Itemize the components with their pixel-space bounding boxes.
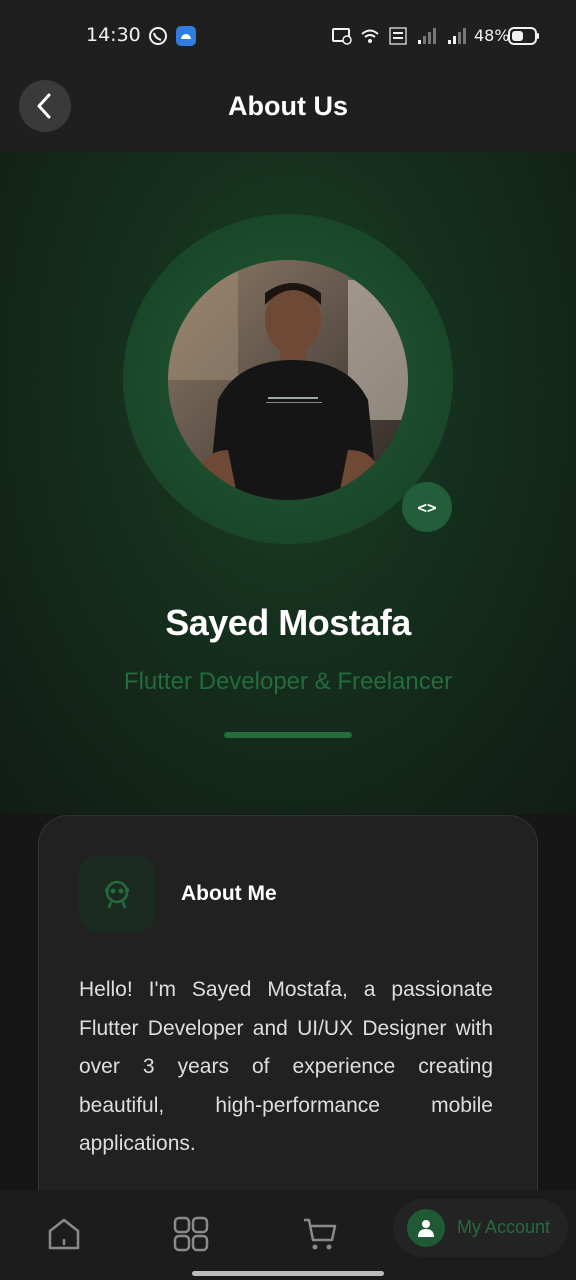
signal-icon <box>418 28 436 44</box>
profile-role: Flutter Developer & Freelancer <box>123 668 453 695</box>
page-title: About Us <box>228 91 348 121</box>
wifi-icon <box>361 29 379 43</box>
bottom-nav: My Account <box>0 1190 576 1280</box>
android-icon <box>176 26 196 46</box>
battery-icon <box>508 27 539 45</box>
battery-percentage: 48% <box>474 26 510 45</box>
about-text: Hello! I'm Sayed Mostafa, a passionate F… <box>79 978 493 1155</box>
status-time: 14:30 <box>86 24 141 46</box>
code-icon: <> <box>417 497 437 517</box>
volte-icon <box>389 27 407 45</box>
whatsapp-icon <box>149 27 167 45</box>
avatar <box>168 260 408 500</box>
person-icon <box>407 1209 445 1247</box>
grid-icon[interactable] <box>173 1216 209 1252</box>
home-indicator[interactable] <box>192 1271 384 1276</box>
nav-item-my-account[interactable]: My Account <box>393 1199 568 1257</box>
profile-hero: <> Sayed Mostafa Flutter Developer & Fre… <box>0 152 576 814</box>
cast-icon <box>332 28 352 45</box>
about-icon-box <box>79 856 155 932</box>
code-badge[interactable]: <> <box>402 482 452 532</box>
mascot-icon <box>105 880 129 909</box>
nav-label-my-account: My Account <box>457 1217 551 1237</box>
cart-icon[interactable] <box>302 1216 338 1252</box>
app-bar: About Us <box>0 70 576 152</box>
status-bar: 14:30 48% <box>0 0 576 70</box>
home-icon[interactable] <box>46 1216 82 1252</box>
about-title: About Me <box>181 882 277 905</box>
about-card: About Me Hello! I'm Sayed Mostafa, a pas… <box>38 815 538 1235</box>
accent-divider <box>224 732 352 738</box>
signal-icon <box>448 28 466 44</box>
profile-name: Sayed Mostafa <box>165 602 411 643</box>
